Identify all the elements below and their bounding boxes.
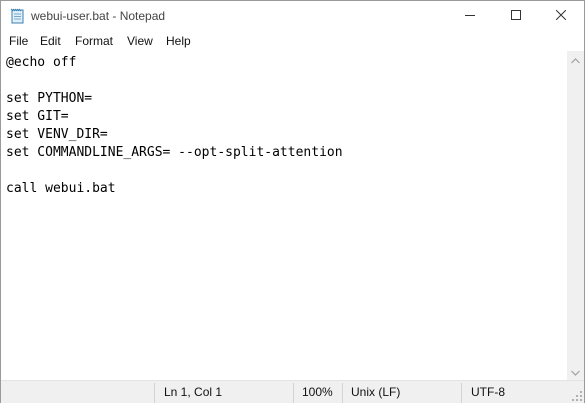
line-ending: Unix (LF) [351, 385, 401, 399]
status-bar: Ln 1, Col 1 100% Unix (LF) UTF-8 [1, 380, 584, 403]
status-divider [154, 383, 155, 403]
minimize-icon [465, 7, 475, 25]
encoding: UTF-8 [471, 385, 505, 399]
menu-format[interactable]: Format [75, 31, 113, 51]
editor-line-3[interactable]: set PYTHON= [6, 90, 92, 108]
editor-line-8[interactable]: call webui.bat [6, 180, 116, 198]
resize-grip-icon[interactable] [571, 390, 583, 402]
status-divider [461, 383, 462, 403]
menu-file[interactable]: File [9, 31, 28, 51]
title-bar[interactable]: webui-user.bat - Notepad [1, 1, 584, 31]
menu-bar: File Edit Format View Help [1, 31, 584, 51]
status-divider [293, 383, 294, 403]
scroll-up-button[interactable] [567, 51, 584, 68]
window-title: webui-user.bat - Notepad [31, 9, 166, 23]
editor-line-1[interactable]: @echo off [6, 54, 76, 72]
zoom-level: 100% [302, 385, 333, 399]
menu-help[interactable]: Help [166, 31, 191, 51]
maximize-icon [511, 7, 521, 25]
editor-line-4[interactable]: set GIT= [6, 108, 69, 126]
editor-line-5[interactable]: set VENV_DIR= [6, 126, 108, 144]
scroll-down-button[interactable] [567, 363, 584, 380]
status-divider [342, 383, 343, 403]
minimize-button[interactable] [447, 1, 493, 31]
close-icon [555, 7, 567, 25]
close-button[interactable] [538, 1, 584, 31]
notepad-window: webui-user.bat - Notepad File Edit Forma… [0, 0, 585, 403]
editor-line-6[interactable]: set COMMANDLINE_ARGS= --opt-split-attent… [6, 144, 343, 162]
menu-view[interactable]: View [127, 31, 153, 51]
chevron-up-icon [571, 51, 580, 69]
vertical-scrollbar[interactable] [567, 51, 584, 380]
notepad-icon[interactable] [10, 8, 24, 24]
cursor-position: Ln 1, Col 1 [164, 385, 223, 399]
menu-edit[interactable]: Edit [40, 31, 61, 51]
maximize-button[interactable] [493, 1, 539, 31]
chevron-down-icon [571, 363, 580, 381]
text-editor-area[interactable]: @echo off set PYTHON= set GIT= set VENV_… [1, 51, 567, 380]
